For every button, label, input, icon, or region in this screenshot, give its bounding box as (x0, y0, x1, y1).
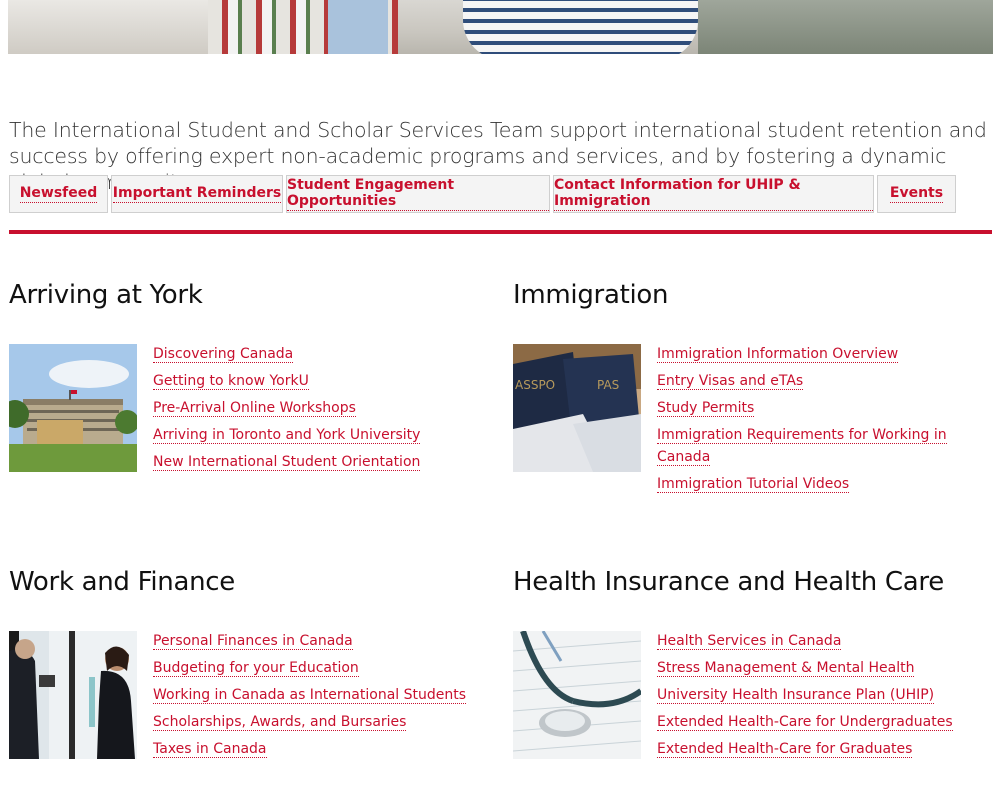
stethoscope-photo (513, 631, 641, 759)
list-item: Pre-Arrival Online Workshops (153, 398, 420, 420)
link-pre-arrival-workshops[interactable]: Pre-Arrival Online Workshops (153, 400, 356, 417)
link-working-in-canada[interactable]: Working in Canada as International Stude… (153, 687, 467, 704)
work-link-list: Personal Finances in Canada Budgeting fo… (153, 631, 467, 766)
list-item: Extended Health-Care for Graduates (657, 739, 953, 761)
list-item: Entry Visas and eTAs (657, 371, 947, 393)
link-taxes[interactable]: Taxes in Canada (153, 741, 267, 758)
campus-photo (9, 344, 137, 472)
svg-text:ASSPO: ASSPO (515, 378, 555, 392)
list-item: Arriving in Toronto and York University (153, 425, 421, 447)
section-immigration: Immigration (513, 280, 668, 310)
section-health: Health Insurance and Health Care (513, 567, 944, 597)
list-item: Study Permits (657, 398, 947, 420)
link-orientation[interactable]: New International Student Orientation (153, 454, 421, 471)
list-item: Taxes in Canada (153, 739, 466, 761)
link-scholarships[interactable]: Scholarships, Awards, and Bursaries (153, 714, 407, 731)
link-extended-undergrad[interactable]: Extended Health-Care for Undergraduates (657, 714, 953, 731)
list-item: Health Services in Canada (657, 631, 953, 653)
link-arriving-toronto[interactable]: Arriving in Toronto and York University (153, 427, 421, 444)
link-discovering-canada[interactable]: Discovering Canada (153, 346, 294, 363)
list-item: Personal Finances in Canada (153, 631, 466, 653)
list-item: Working in Canada as International Stude… (153, 685, 467, 707)
section-divider (9, 230, 992, 234)
svg-text:PAS: PAS (597, 378, 619, 392)
tab-important-reminders[interactable]: Important Reminders (111, 175, 283, 213)
section-title: Health Insurance and Health Care (513, 567, 944, 597)
list-item: University Health Insurance Plan (UHIP) (657, 685, 953, 707)
section-arriving: Arriving at York (9, 280, 203, 310)
hero-banner-image (8, 0, 993, 54)
list-item: Budgeting for your Education (153, 658, 466, 680)
tab-events[interactable]: Events (877, 175, 956, 213)
link-stress-management[interactable]: Stress Management & Mental Health (657, 660, 915, 677)
list-item: Immigration Information Overview (657, 344, 947, 366)
section-title: Work and Finance (9, 567, 235, 597)
link-working-requirements[interactable]: Immigration Requirements for Working in … (657, 427, 947, 466)
arriving-link-list: Discovering Canada Getting to know YorkU… (153, 344, 421, 479)
immigration-link-list: Immigration Information Overview Entry V… (657, 344, 947, 501)
list-item: Discovering Canada (153, 344, 420, 366)
list-item: Immigration Tutorial Videos (657, 474, 947, 496)
link-budgeting[interactable]: Budgeting for your Education (153, 660, 359, 677)
tab-label[interactable]: Important Reminders (112, 185, 282, 203)
list-item: Getting to know YorkU (153, 371, 420, 393)
tab-label[interactable]: Events (889, 185, 944, 203)
section-work-finance: Work and Finance (9, 567, 235, 597)
section-title: Arriving at York (9, 280, 203, 310)
business-people-photo (9, 631, 137, 759)
tab-navigation: Newsfeed Important Reminders Student Eng… (9, 175, 959, 215)
tab-label[interactable]: Newsfeed (19, 185, 98, 203)
tab-contact-uhip-immigration[interactable]: Contact Information for UHIP & Immigrati… (553, 175, 874, 213)
link-personal-finances[interactable]: Personal Finances in Canada (153, 633, 353, 650)
list-item: Immigration Requirements for Working in … (657, 425, 947, 468)
tab-student-engagement[interactable]: Student Engagement Opportunities (286, 175, 550, 213)
link-immigration-overview[interactable]: Immigration Information Overview (657, 346, 899, 363)
tab-label[interactable]: Contact Information for UHIP & Immigrati… (554, 177, 873, 211)
link-getting-to-know-yorku[interactable]: Getting to know YorkU (153, 373, 309, 390)
link-tutorial-videos[interactable]: Immigration Tutorial Videos (657, 475, 850, 493)
section-title: Immigration (513, 280, 669, 310)
link-study-permits[interactable]: Study Permits (657, 400, 755, 417)
link-entry-visas[interactable]: Entry Visas and eTAs (657, 373, 804, 390)
tab-newsfeed[interactable]: Newsfeed (9, 175, 108, 213)
passport-photo: ASSPO PAS (513, 344, 641, 472)
list-item: Stress Management & Mental Health (657, 658, 953, 680)
health-link-list: Health Services in Canada Stress Managem… (657, 631, 953, 766)
tab-label[interactable]: Student Engagement Opportunities (287, 177, 549, 211)
list-item: Scholarships, Awards, and Bursaries (153, 712, 466, 734)
list-item: New International Student Orientation (153, 452, 421, 474)
link-health-services[interactable]: Health Services in Canada (657, 633, 842, 650)
link-uhip[interactable]: University Health Insurance Plan (UHIP) (657, 687, 935, 704)
link-extended-grad[interactable]: Extended Health-Care for Graduates (657, 741, 913, 758)
list-item: Extended Health-Care for Undergraduates (657, 712, 953, 734)
